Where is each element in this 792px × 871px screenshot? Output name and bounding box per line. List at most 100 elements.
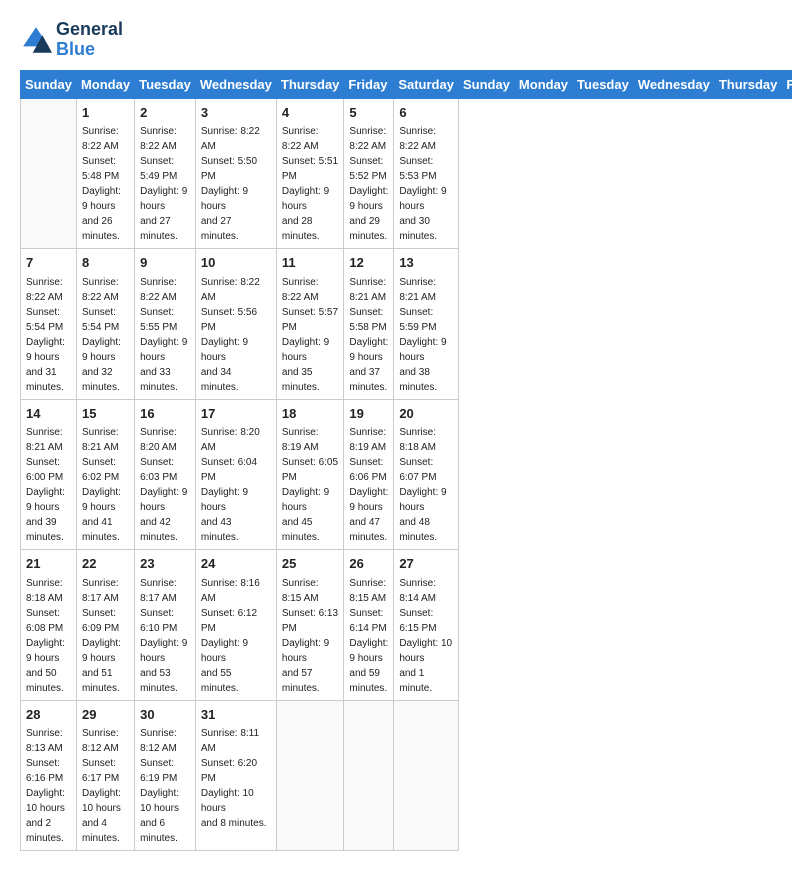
day-info-line: Sunset: 6:03 PM — [140, 455, 190, 485]
day-info-line: Sunrise: 8:21 AM — [82, 425, 129, 455]
calendar-cell: 12Sunrise: 8:21 AMSunset: 5:58 PMDayligh… — [344, 249, 394, 400]
day-info-line: and 48 minutes. — [399, 515, 453, 545]
day-info-line: and 51 minutes. — [82, 666, 129, 696]
calendar-cell — [21, 98, 77, 249]
day-info-line: Daylight: 9 hours — [282, 184, 339, 214]
day-info: Sunrise: 8:22 AMSunset: 5:55 PMDaylight:… — [140, 275, 190, 395]
day-info: Sunrise: 8:22 AMSunset: 5:56 PMDaylight:… — [201, 275, 271, 395]
logo-text-line2: Blue — [56, 40, 123, 60]
day-info-line: Sunset: 6:17 PM — [82, 756, 129, 786]
day-info: Sunrise: 8:21 AMSunset: 5:59 PMDaylight:… — [399, 275, 453, 395]
day-info-line: and 38 minutes. — [399, 365, 453, 395]
day-info-line: Sunset: 5:59 PM — [399, 305, 453, 335]
day-info-line: Sunrise: 8:19 AM — [349, 425, 388, 455]
calendar-week-row: 21Sunrise: 8:18 AMSunset: 6:08 PMDayligh… — [21, 550, 792, 701]
day-number: 24 — [201, 554, 271, 574]
day-info-line: Sunrise: 8:11 AM — [201, 726, 271, 756]
day-number: 10 — [201, 253, 271, 273]
header-day-tuesday: Tuesday — [135, 70, 196, 98]
day-info-line: Daylight: 9 hours — [349, 636, 388, 666]
header-day-friday: Friday — [344, 70, 394, 98]
day-info-line: Sunrise: 8:20 AM — [140, 425, 190, 455]
day-info-line: Sunrise: 8:22 AM — [140, 275, 190, 305]
header-cell-thursday: Thursday — [714, 70, 782, 98]
day-info-line: Sunrise: 8:19 AM — [282, 425, 339, 455]
day-info-line: Daylight: 9 hours — [82, 335, 129, 365]
day-info-line: Sunset: 6:15 PM — [399, 606, 453, 636]
day-info: Sunrise: 8:22 AMSunset: 5:52 PMDaylight:… — [349, 124, 388, 244]
day-number: 15 — [82, 404, 129, 424]
day-info-line: Daylight: 9 hours — [201, 335, 271, 365]
day-info-line: Daylight: 10 hours — [201, 786, 271, 816]
calendar-cell: 17Sunrise: 8:20 AMSunset: 6:04 PMDayligh… — [195, 399, 276, 550]
day-info-line: Sunrise: 8:21 AM — [349, 275, 388, 305]
header-day-saturday: Saturday — [394, 70, 459, 98]
header-day-monday: Monday — [76, 70, 134, 98]
day-info-line: and 42 minutes. — [140, 515, 190, 545]
day-info: Sunrise: 8:15 AMSunset: 6:14 PMDaylight:… — [349, 576, 388, 696]
calendar-cell: 19Sunrise: 8:19 AMSunset: 6:06 PMDayligh… — [344, 399, 394, 550]
calendar-cell — [394, 700, 459, 851]
day-info-line: Sunset: 5:50 PM — [201, 154, 271, 184]
day-info: Sunrise: 8:15 AMSunset: 6:13 PMDaylight:… — [282, 576, 339, 696]
day-number: 19 — [349, 404, 388, 424]
day-info-line: Sunset: 6:12 PM — [201, 606, 271, 636]
day-info-line: Sunrise: 8:22 AM — [140, 124, 190, 154]
day-info: Sunrise: 8:22 AMSunset: 5:54 PMDaylight:… — [82, 275, 129, 395]
calendar-cell: 16Sunrise: 8:20 AMSunset: 6:03 PMDayligh… — [135, 399, 196, 550]
day-info-line: Sunrise: 8:21 AM — [26, 425, 71, 455]
day-info-line: and 37 minutes. — [349, 365, 388, 395]
day-info-line: and 55 minutes. — [201, 666, 271, 696]
day-info-line: Sunrise: 8:18 AM — [26, 576, 71, 606]
day-info-line: Daylight: 9 hours — [282, 335, 339, 365]
day-info-line: Sunset: 5:57 PM — [282, 305, 339, 335]
day-info: Sunrise: 8:19 AMSunset: 6:06 PMDaylight:… — [349, 425, 388, 545]
calendar-cell: 3Sunrise: 8:22 AMSunset: 5:50 PMDaylight… — [195, 98, 276, 249]
day-info-line: Sunrise: 8:17 AM — [140, 576, 190, 606]
day-info-line: Daylight: 10 hours — [399, 636, 453, 666]
day-info-line: Sunrise: 8:22 AM — [26, 275, 71, 305]
day-info-line: and 6 minutes. — [140, 816, 190, 846]
day-info-line: Sunrise: 8:16 AM — [201, 576, 271, 606]
day-number: 26 — [349, 554, 388, 574]
day-info-line: Daylight: 9 hours — [201, 636, 271, 666]
calendar-cell: 5Sunrise: 8:22 AMSunset: 5:52 PMDaylight… — [344, 98, 394, 249]
day-info: Sunrise: 8:22 AMSunset: 5:48 PMDaylight:… — [82, 124, 129, 244]
day-info-line: and 33 minutes. — [140, 365, 190, 395]
day-number: 1 — [82, 103, 129, 123]
day-info: Sunrise: 8:12 AMSunset: 6:17 PMDaylight:… — [82, 726, 129, 846]
header-day-thursday: Thursday — [276, 70, 344, 98]
day-info-line: Sunrise: 8:15 AM — [282, 576, 339, 606]
day-number: 28 — [26, 705, 71, 725]
day-info-line: Sunset: 6:20 PM — [201, 756, 271, 786]
logo-icon — [20, 24, 52, 56]
day-number: 20 — [399, 404, 453, 424]
day-info-line: Sunrise: 8:17 AM — [82, 576, 129, 606]
day-info: Sunrise: 8:14 AMSunset: 6:15 PMDaylight:… — [399, 576, 453, 696]
day-info-line: Daylight: 9 hours — [349, 184, 388, 214]
day-number: 11 — [282, 253, 339, 273]
day-info-line: Sunset: 5:54 PM — [82, 305, 129, 335]
day-number: 17 — [201, 404, 271, 424]
calendar-header-row: SundayMondayTuesdayWednesdayThursdayFrid… — [21, 70, 792, 98]
day-info-line: and 32 minutes. — [82, 365, 129, 395]
logo-text-line1: General — [56, 20, 123, 40]
day-number: 27 — [399, 554, 453, 574]
day-info-line: Daylight: 9 hours — [201, 485, 271, 515]
day-number: 8 — [82, 253, 129, 273]
day-number: 2 — [140, 103, 190, 123]
day-number: 18 — [282, 404, 339, 424]
calendar-cell: 2Sunrise: 8:22 AMSunset: 5:49 PMDaylight… — [135, 98, 196, 249]
day-info-line: Sunset: 6:14 PM — [349, 606, 388, 636]
day-info-line: Daylight: 10 hours — [82, 786, 129, 816]
day-info-line: and 30 minutes. — [399, 214, 453, 244]
day-number: 4 — [282, 103, 339, 123]
day-info-line: Daylight: 9 hours — [201, 184, 271, 214]
day-info-line: Sunset: 5:55 PM — [140, 305, 190, 335]
day-info-line: and 2 minutes. — [26, 816, 71, 846]
day-info-line: and 26 minutes. — [82, 214, 129, 244]
header-cell-sunday: Sunday — [458, 70, 514, 98]
day-info-line: Daylight: 9 hours — [282, 636, 339, 666]
day-info: Sunrise: 8:11 AMSunset: 6:20 PMDaylight:… — [201, 726, 271, 831]
calendar-cell: 15Sunrise: 8:21 AMSunset: 6:02 PMDayligh… — [76, 399, 134, 550]
